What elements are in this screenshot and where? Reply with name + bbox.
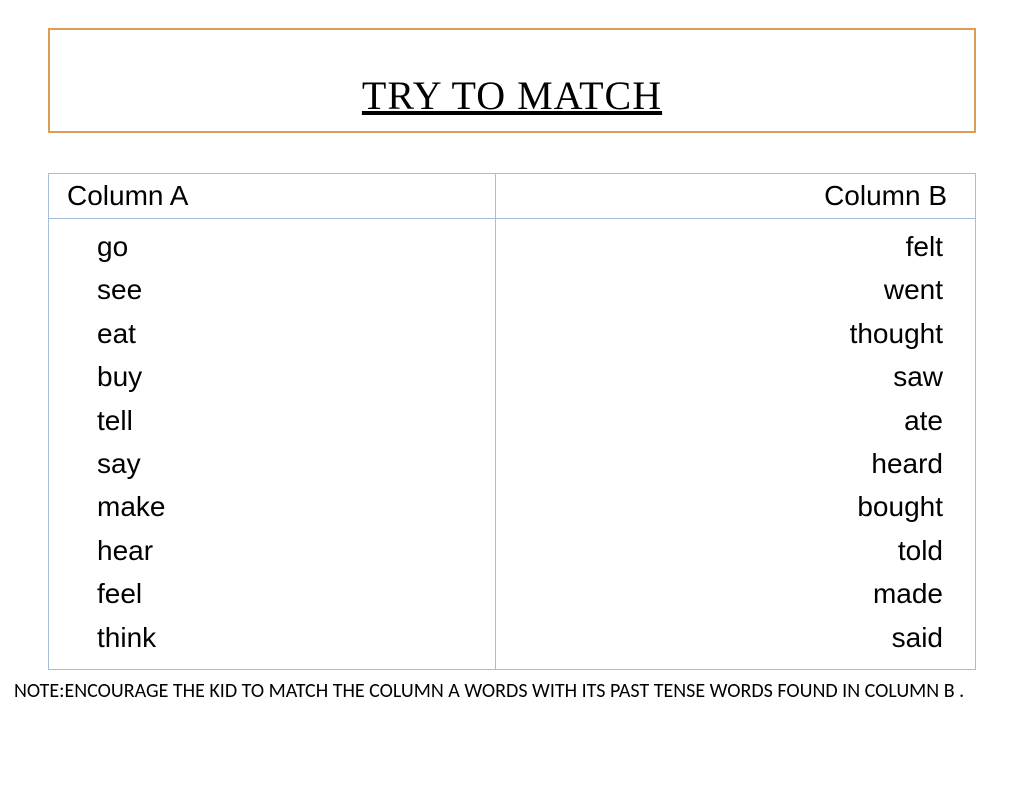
list-item: eat — [49, 312, 495, 355]
list-item: say — [49, 442, 495, 485]
list-item: go — [49, 225, 495, 268]
note-text: NOTE:ENCOURAGE THE KID TO MATCH THE COLU… — [14, 678, 1010, 704]
column-a-list: go see eat buy tell say make hear feel t… — [49, 225, 495, 659]
column-a-cell: go see eat buy tell say make hear feel t… — [49, 219, 496, 670]
list-item: feel — [49, 572, 495, 615]
list-item: went — [496, 268, 975, 311]
list-item: see — [49, 268, 495, 311]
list-item: think — [49, 616, 495, 659]
list-item: buy — [49, 355, 495, 398]
column-a-header: Column A — [49, 174, 496, 219]
column-b-cell: felt went thought saw ate heard bought t… — [496, 219, 976, 670]
list-item: make — [49, 485, 495, 528]
list-item: hear — [49, 529, 495, 572]
list-item: made — [496, 572, 975, 615]
list-item: tell — [49, 399, 495, 442]
list-item: ate — [496, 399, 975, 442]
title-box: TRY TO MATCH — [48, 28, 976, 133]
list-item: told — [496, 529, 975, 572]
page-title: TRY TO MATCH — [362, 72, 662, 119]
list-item: heard — [496, 442, 975, 485]
match-table-container: Column A Column B go see eat buy tell sa… — [48, 173, 976, 670]
list-item: saw — [496, 355, 975, 398]
list-item: thought — [496, 312, 975, 355]
column-b-header: Column B — [496, 174, 976, 219]
column-b-list: felt went thought saw ate heard bought t… — [496, 225, 975, 659]
list-item: bought — [496, 485, 975, 528]
list-item: felt — [496, 225, 975, 268]
list-item: said — [496, 616, 975, 659]
match-table: Column A Column B go see eat buy tell sa… — [48, 173, 976, 670]
